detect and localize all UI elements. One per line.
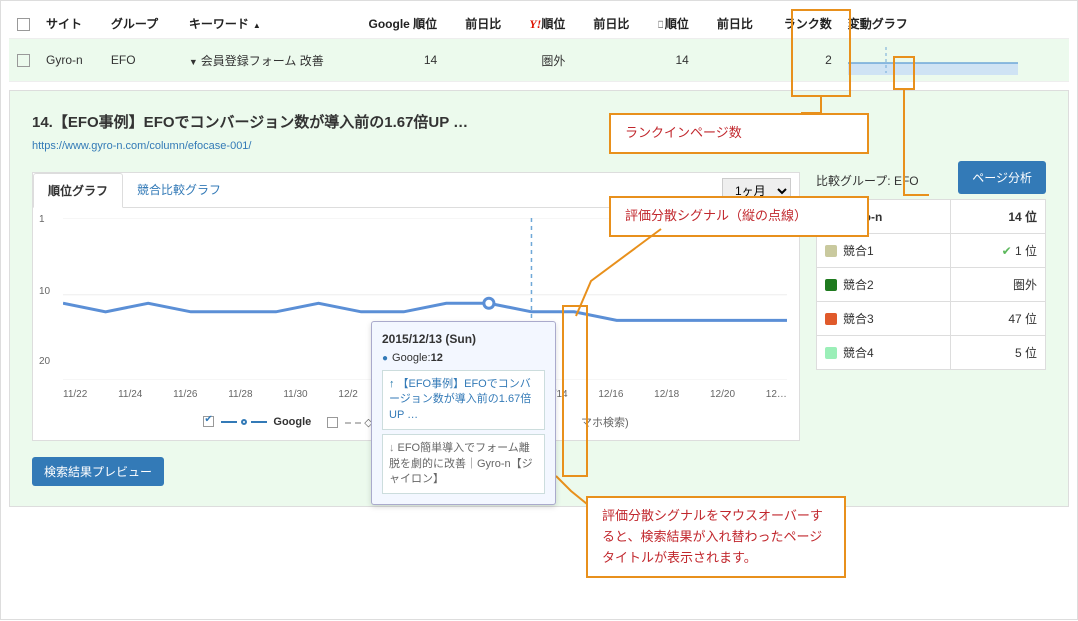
page-analysis-button[interactable]: ページ分析 <box>958 161 1046 194</box>
tooltip-page-down: ↓EFO簡単導入でフォーム離脱を劇的に改善｜Gyro-n【ジャイロン】 <box>382 434 545 494</box>
page-url[interactable]: https://www.gyro-n.com/column/efocase-00… <box>32 140 251 152</box>
callout-signal: 評価分散シグナル（縦の点線） <box>609 196 869 237</box>
rank-table: サイト グループ キーワード Google 順位 前日比 Y!順位 前日比 順位… <box>9 9 1069 82</box>
tooltip-page-up: ↑【EFO事例】EFOでコンバージョン数が導入前の1.67倍UP … <box>382 370 545 430</box>
tooltip-date: 2015/12/13 (Sun) <box>382 332 545 346</box>
compare-row[interactable]: 競合347 位 <box>817 302 1046 336</box>
cell-site: Gyro-n <box>38 39 103 82</box>
serp-preview-button[interactable]: 検索結果プレビュー <box>32 457 164 486</box>
compare-row[interactable]: 競合1✔ 1 位 <box>817 234 1046 268</box>
col-google-rank[interactable]: Google 順位 <box>341 9 445 39</box>
col-yahoo-rank[interactable]: Y!順位 <box>509 9 573 39</box>
legend-google-checkbox[interactable] <box>203 416 214 427</box>
cell-spark <box>840 39 1069 82</box>
compare-row[interactable]: 競合2圏外 <box>817 268 1046 302</box>
col-spark[interactable]: 変動グラフ <box>840 9 1069 39</box>
row-checkbox[interactable] <box>17 54 30 67</box>
page-title: 14.【EFO事例】EFOでコンバージョン数が導入前の1.67倍UP … <box>32 111 1046 132</box>
col-mobile-rank[interactable]: 順位 <box>637 9 696 39</box>
col-keyword[interactable]: キーワード <box>181 9 341 39</box>
cell-mobile-rank: 14 <box>637 39 696 82</box>
col-site[interactable]: サイト <box>38 9 103 39</box>
mobile-icon <box>657 17 665 31</box>
cell-group: EFO <box>103 39 181 82</box>
legend-yahoo-checkbox[interactable] <box>327 417 338 428</box>
table-row[interactable]: Gyro-n EFO 会員登録フォーム 改善 14 圏外 14 2 <box>9 39 1069 82</box>
col-yahoo-diff[interactable]: 前日比 <box>573 9 637 39</box>
col-group[interactable]: グループ <box>103 9 181 39</box>
col-google-diff[interactable]: 前日比 <box>445 9 509 39</box>
cell-yahoo-rank: 圏外 <box>509 39 573 82</box>
select-all-checkbox[interactable] <box>17 18 30 31</box>
col-mobile-diff[interactable]: 前日比 <box>697 9 761 39</box>
callout-hover: 評価分散シグナルをマウスオーバーすると、検索結果が入れ替わったページタイトルが表… <box>586 496 846 578</box>
callout-rankin: ランクインページ数 <box>609 113 869 154</box>
tab-rank-graph[interactable]: 順位グラフ <box>33 173 123 208</box>
cell-rank-in: 2 <box>761 39 840 82</box>
tab-compare-graph[interactable]: 競合比較グラフ <box>123 173 235 207</box>
col-rank-in[interactable]: ランク数 <box>761 9 840 39</box>
cell-keyword: 会員登録フォーム 改善 <box>181 39 341 82</box>
chart-tooltip: 2015/12/13 (Sun) Google:12 ↑【EFO事例】EFOでコ… <box>371 321 556 505</box>
compare-row[interactable]: 競合45 位 <box>817 336 1046 370</box>
tooltip-source: Google:12 <box>382 352 545 364</box>
cell-google-rank: 14 <box>341 39 445 82</box>
